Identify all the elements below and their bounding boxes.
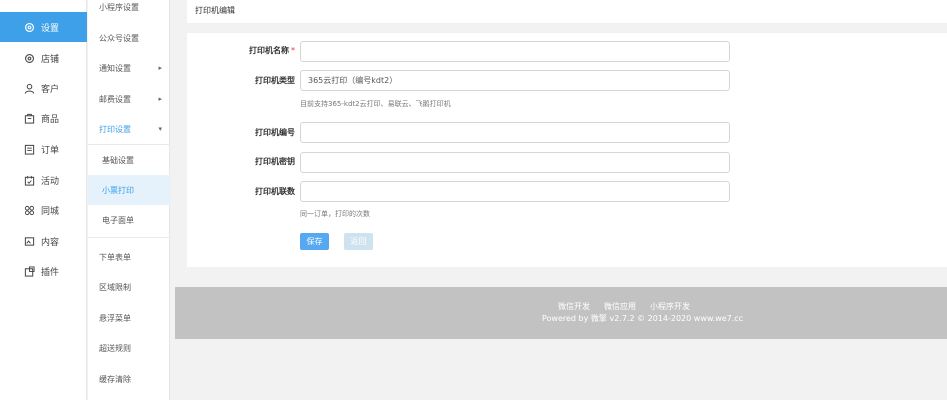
printer-number-input[interactable] bbox=[300, 122, 730, 143]
footer-link-wechat-apps[interactable]: 微信应用 bbox=[604, 301, 636, 312]
subnav-e-waybill[interactable]: 电子面单 bbox=[88, 205, 170, 235]
gear-icon bbox=[24, 22, 35, 33]
printer-key-input[interactable] bbox=[300, 152, 730, 173]
subnav-shipping-settings[interactable]: 邮费设置 ▸ bbox=[88, 84, 170, 114]
nav-item-plugin[interactable]: 插件 bbox=[0, 256, 87, 286]
nav-item-content[interactable]: 内容 bbox=[0, 226, 87, 256]
chevron-right-icon: ▸ bbox=[158, 95, 162, 103]
nav-label: 内容 bbox=[41, 237, 60, 248]
primary-sidebar: 设置 店铺 客户 商品 订单 活动 同城 内容 插件 bbox=[0, 0, 87, 400]
nav-label: 店铺 bbox=[41, 54, 60, 65]
save-button[interactable]: 保存 bbox=[300, 233, 329, 250]
subnav-label: 基础设置 bbox=[102, 155, 134, 165]
calendar-icon bbox=[24, 175, 35, 186]
nav-item-city[interactable]: 同城 bbox=[0, 195, 87, 225]
nav-item-settings[interactable]: 设置 bbox=[0, 12, 87, 42]
subnav-region-limit[interactable]: 区域限制 bbox=[88, 272, 170, 302]
page-title: 打印机编辑 bbox=[195, 6, 235, 15]
printer-copies-label: 打印机联数 bbox=[255, 187, 295, 196]
footer: 微信开发 微信应用 小程序开发 Powered by 微擎 v2.7.2 © 2… bbox=[175, 287, 947, 339]
nav-label: 活动 bbox=[41, 176, 60, 187]
subnav-label: 缓存清除 bbox=[99, 374, 131, 384]
subnav-print-basic[interactable]: 基础设置 bbox=[88, 145, 170, 175]
subnav-label: 邮费设置 bbox=[99, 94, 131, 104]
printer-number-label: 打印机编号 bbox=[255, 128, 295, 137]
subnav-label: 小程序设置 bbox=[99, 2, 139, 12]
nav-label: 同城 bbox=[41, 206, 60, 217]
nav-item-goods[interactable]: 商品 bbox=[0, 103, 87, 133]
label-text: 打印机名称 bbox=[249, 46, 289, 55]
store-icon bbox=[24, 53, 35, 64]
secondary-sidebar: 小程序设置 公众号设置 通知设置 ▸ 邮费设置 ▸ 打印设置 ▾ 基础设置 小票打印 … bbox=[88, 0, 170, 400]
nav-label: 客户 bbox=[41, 84, 60, 95]
subnav-label: 下单表单 bbox=[99, 252, 131, 262]
chevron-down-icon: ▾ bbox=[158, 125, 162, 133]
subnav-label: 通知设置 bbox=[99, 63, 131, 73]
nav-label: 商品 bbox=[41, 114, 60, 125]
subnav-label: 超送规则 bbox=[99, 343, 131, 353]
page-header: 打印机编辑 bbox=[187, 0, 947, 23]
subnav-notify-settings[interactable]: 通知设置 ▸ bbox=[88, 53, 170, 83]
nav-label: 插件 bbox=[41, 267, 60, 278]
printer-name-label: 打印机名称 * bbox=[215, 45, 295, 56]
image-icon bbox=[24, 236, 35, 247]
required-mark: * bbox=[291, 46, 295, 55]
list-icon bbox=[24, 144, 35, 155]
footer-link-wechat-dev[interactable]: 微信开发 bbox=[558, 301, 590, 312]
printer-name-input[interactable] bbox=[300, 41, 730, 62]
divider bbox=[88, 237, 170, 238]
subnav-order-form[interactable]: 下单表单 bbox=[88, 242, 170, 272]
printer-key-label: 打印机密钥 bbox=[255, 157, 295, 166]
nav-label: 设置 bbox=[41, 23, 60, 34]
printer-copies-input[interactable] bbox=[300, 181, 730, 202]
footer-link-miniapp-dev[interactable]: 小程序开发 bbox=[650, 301, 690, 312]
nav-label: 订单 bbox=[41, 145, 60, 156]
subnav-label: 打印设置 bbox=[99, 124, 131, 134]
printer-type-input[interactable] bbox=[300, 70, 730, 91]
subnav-cache-clear[interactable]: 缓存清除 bbox=[88, 364, 170, 394]
nav-item-order[interactable]: 订单 bbox=[0, 134, 87, 164]
printer-edit-form: 打印机名称* 打印机类型 目前支持365-kdt2云打印、易联云、飞鹅打印机 打… bbox=[187, 33, 947, 267]
nav-item-customer[interactable]: 客户 bbox=[0, 73, 87, 103]
subnav-label: 悬浮菜单 bbox=[99, 313, 131, 323]
subnav-label: 区域限制 bbox=[99, 282, 131, 292]
back-button[interactable]: 返回 bbox=[344, 233, 373, 250]
subnav-official-account-settings[interactable]: 公众号设置 bbox=[88, 23, 170, 53]
footer-links: 微信开发 微信应用 小程序开发 bbox=[175, 301, 947, 312]
grid-icon bbox=[24, 205, 35, 216]
main-content: 打印机编辑 打印机名称* 打印机类型 目前支持365-kdt2云打印、易联云、飞… bbox=[175, 0, 947, 400]
nav-item-activity[interactable]: 活动 bbox=[0, 165, 87, 195]
subnav-float-menu[interactable]: 悬浮菜单 bbox=[88, 303, 170, 333]
footer-copyright: Powered by 微擎 v2.7.2 © 2014-2020 www.we7… bbox=[542, 314, 744, 323]
printer-type-label: 打印机类型 bbox=[255, 76, 295, 85]
bag-icon bbox=[24, 113, 35, 124]
subnav-miniapp-settings[interactable]: 小程序设置 bbox=[88, 0, 170, 22]
subnav-receipt-print[interactable]: 小票打印 bbox=[88, 175, 170, 205]
subnav-label: 电子面单 bbox=[102, 215, 134, 225]
app-root: 设置 店铺 客户 商品 订单 活动 同城 内容 插件 小程序设置 公众号设置 通… bbox=[0, 0, 947, 400]
printer-type-help: 目前支持365-kdt2云打印、易联云、飞鹅打印机 bbox=[300, 100, 451, 108]
subnav-label: 小票打印 bbox=[102, 185, 134, 195]
plugin-icon bbox=[24, 265, 35, 277]
nav-item-store[interactable]: 店铺 bbox=[0, 43, 87, 73]
printer-copies-help: 同一订单，打印的次数 bbox=[300, 210, 370, 218]
chevron-right-icon: ▸ bbox=[158, 64, 162, 72]
user-icon bbox=[24, 83, 35, 94]
subnav-delivery-rules[interactable]: 超送规则 bbox=[88, 333, 170, 363]
subnav-print-settings[interactable]: 打印设置 ▾ bbox=[88, 114, 170, 144]
subnav-label: 公众号设置 bbox=[99, 33, 139, 43]
